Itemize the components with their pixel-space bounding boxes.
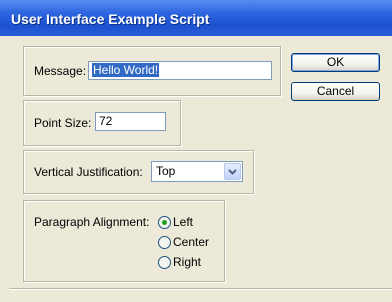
vertical-justification-value: Top (156, 164, 176, 178)
vertical-justification-label: Vertical Justification: (34, 165, 143, 179)
message-input-value: Hello World! (92, 63, 160, 77)
window-title: User Interface Example Script (11, 11, 210, 27)
radio-center[interactable] (158, 236, 171, 249)
chevron-down-icon[interactable] (224, 163, 241, 180)
vertical-justification-select[interactable]: Top (151, 161, 243, 182)
message-label: Message: (34, 64, 87, 78)
radio-right[interactable] (158, 256, 171, 269)
ok-button[interactable]: OK (291, 53, 380, 72)
radio-selected-dot (162, 220, 167, 225)
radio-center-label[interactable]: Center (173, 235, 209, 249)
radio-left[interactable] (158, 216, 171, 229)
cancel-button[interactable]: Cancel (291, 82, 380, 101)
dialog-window: User Interface Example Script Message: H… (0, 0, 392, 302)
paragraph-alignment-label: Paragraph Alignment: (34, 215, 150, 229)
point-size-label: Point Size: (34, 116, 92, 130)
bottom-divider-highlight (9, 289, 392, 290)
message-input[interactable]: Hello World! (88, 61, 272, 80)
point-size-input[interactable]: 72 (95, 112, 166, 131)
radio-left-label[interactable]: Left (173, 215, 193, 229)
radio-right-label[interactable]: Right (173, 255, 201, 269)
title-bar[interactable]: User Interface Example Script (0, 0, 392, 36)
